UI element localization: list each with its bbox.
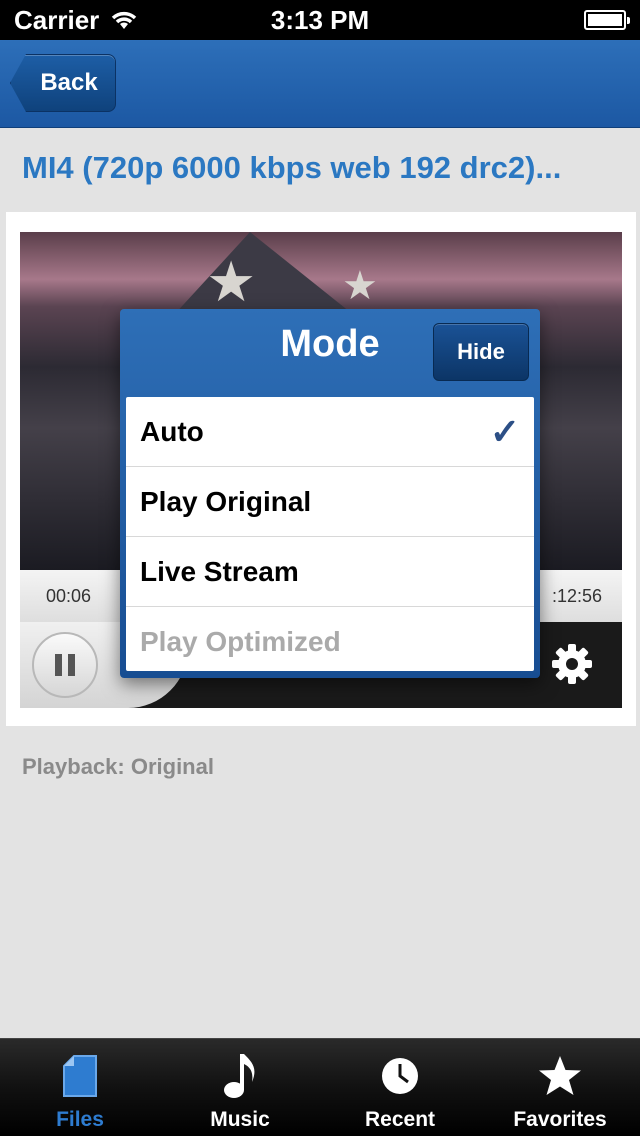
hide-button[interactable]: Hide <box>433 323 529 381</box>
pause-icon <box>55 654 62 676</box>
gear-icon[interactable] <box>548 640 596 688</box>
pause-icon-bar <box>68 654 75 676</box>
status-bar: Carrier 3:13 PM <box>0 0 640 40</box>
mode-item-play-original[interactable]: Play Original <box>126 467 534 537</box>
pause-button[interactable] <box>32 632 98 698</box>
total-time: :12:56 <box>551 586 602 606</box>
mode-item-label: Live Stream <box>140 555 299 587</box>
mode-item-live-stream[interactable]: Live Stream <box>126 537 534 607</box>
mode-item-label: Play Original <box>140 485 312 517</box>
tab-favorites[interactable]: Favorites <box>480 1039 640 1136</box>
mode-list: Auto ✓ Play Original Live Stream Play Op… <box>126 397 534 671</box>
mode-item-play-optimized: Play Optimized <box>126 607 534 671</box>
tab-label: Favorites <box>513 1108 607 1131</box>
carrier-label: Carrier <box>14 4 100 35</box>
battery-icon <box>584 10 630 30</box>
clock-icon <box>380 1048 420 1104</box>
video-star-icon: ★ <box>206 250 257 313</box>
star-icon <box>538 1048 582 1104</box>
tab-label: Files <box>56 1108 104 1131</box>
mode-item-auto[interactable]: Auto ✓ <box>126 397 534 467</box>
video-star-icon: ★ <box>342 264 378 308</box>
tab-music[interactable]: Music <box>160 1039 320 1136</box>
mode-item-label: Auto <box>140 415 204 447</box>
navigation-bar: Back <box>0 40 640 128</box>
page-title: MI4 (720p 6000 kbps web 192 drc2)... <box>22 150 562 185</box>
playback-status: Playback: Original <box>22 754 214 779</box>
checkmark-icon: ✓ <box>489 410 520 452</box>
tab-recent[interactable]: Recent <box>320 1039 480 1136</box>
tab-bar: Files Music Recent Favorites <box>0 1038 640 1136</box>
tab-label: Music <box>210 1108 270 1131</box>
wifi-icon <box>112 11 137 29</box>
status-left: Carrier <box>14 5 139 36</box>
file-icon <box>62 1048 98 1104</box>
mode-item-label: Play Optimized <box>140 626 341 657</box>
tab-label: Recent <box>364 1108 436 1131</box>
elapsed-time: 00:06 <box>46 586 92 606</box>
music-note-icon <box>222 1048 258 1104</box>
tab-files[interactable]: Files <box>0 1039 160 1136</box>
back-button[interactable]: Back <box>10 54 116 112</box>
mode-popover: Mode Hide Auto ✓ Play Original Live Stre… <box>120 309 540 678</box>
